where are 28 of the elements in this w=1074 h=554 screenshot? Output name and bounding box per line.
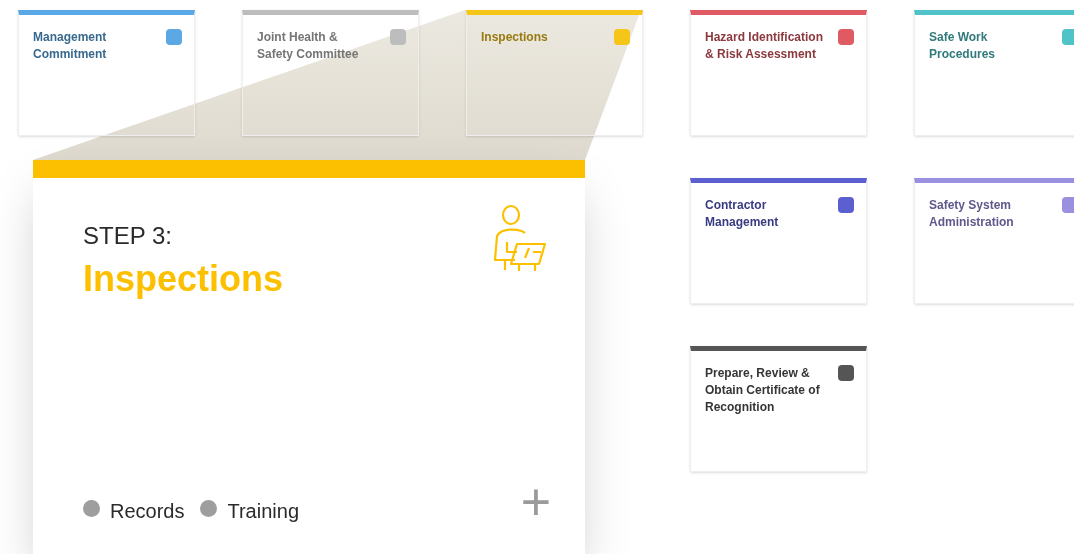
step-title: Joint Health & Safety Committee	[257, 29, 360, 63]
step-label: STEP 3:	[83, 222, 173, 250]
step-title: Management Commitment	[33, 29, 108, 63]
step-icon	[390, 29, 406, 45]
step-card[interactable]: Management Commitment	[18, 10, 195, 136]
step-icon	[166, 29, 182, 45]
step-title: Contractor Management	[705, 197, 780, 231]
step-card[interactable]: Contractor Management	[690, 178, 867, 304]
step-card[interactable]: Hazard Identification & Risk Assessment	[690, 10, 867, 136]
step-icon	[838, 365, 854, 381]
step-icon	[614, 29, 630, 45]
step-card[interactable]: Inspections	[466, 10, 643, 136]
step-title: Safe Work Procedures	[929, 29, 997, 63]
step-icon	[838, 29, 854, 45]
tag-label: Training	[227, 499, 299, 524]
step-title: Prepare, Review & Obtain Certificate of Recognition	[705, 365, 821, 416]
step-icon	[838, 197, 854, 213]
step-icon	[1062, 197, 1074, 213]
tag-label: Records	[110, 499, 185, 524]
step-card[interactable]: Safe Work Procedures	[914, 10, 1074, 136]
step-title: Safety System Administration	[929, 197, 1015, 231]
step-title: Inspections	[83, 258, 284, 300]
step-card[interactable]: Prepare, Review & Obtain Certificate of Recognition	[690, 346, 867, 472]
step-icon	[1062, 29, 1074, 45]
step-card[interactable]: Safety System Administration	[914, 178, 1074, 304]
step-card[interactable]: Joint Health & Safety Committee	[242, 10, 419, 136]
step-title: Hazard Identification & Risk Assessment	[705, 29, 823, 63]
step-title: Inspections	[481, 29, 549, 46]
